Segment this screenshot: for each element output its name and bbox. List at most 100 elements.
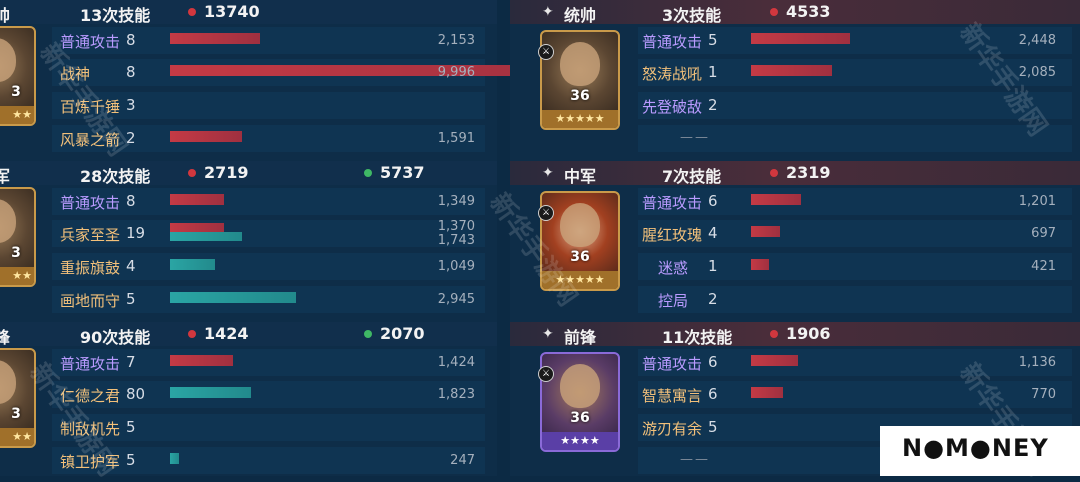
skill-value: 697: [1031, 226, 1056, 241]
group-header: ✦ 前锋 11次技能 1906: [510, 322, 1080, 347]
heal-bar: [170, 232, 242, 241]
skill-use-count: 2: [708, 290, 718, 308]
skill-row: 普通攻击 8 2,153: [0, 24, 497, 56]
damage-dot: [188, 8, 196, 16]
skill-use-count: 8: [126, 63, 136, 81]
skill-row: 智慧寓言 6 770: [510, 378, 1080, 410]
heal-total: 2070: [380, 324, 425, 343]
role-label: 锋: [0, 328, 11, 347]
skill-count-label: 3次技能: [662, 6, 722, 25]
skill-value: 421: [1031, 259, 1056, 274]
skill-name: 迷惑: [658, 259, 689, 277]
damage-bar: [170, 33, 260, 44]
skill-name: 战神: [60, 65, 91, 83]
skill-value: 1,823: [437, 387, 475, 402]
skill-use-count: 6: [708, 353, 718, 371]
damage-bar: [751, 33, 850, 44]
skill-use-count: 4: [126, 257, 136, 275]
skill-name: 游刃有余: [642, 420, 703, 438]
skill-name: 怒涛战吼: [642, 65, 703, 83]
skill-row: 控局 2: [510, 283, 1080, 315]
skill-name: 重振旗鼓: [60, 259, 121, 277]
skill-use-count: 7: [126, 353, 136, 371]
skill-name: 镇卫护军: [60, 453, 121, 471]
heal-bar: [170, 292, 296, 303]
skill-name: 百炼千锤: [60, 98, 121, 116]
skill-use-count: 6: [708, 192, 718, 210]
skill-name: 普通攻击: [60, 33, 121, 51]
skill-name: 普通攻击: [60, 194, 121, 212]
role-label: 军: [0, 167, 11, 186]
left-army-panel: 帅 13次技能 13740 3 ★★ 普通攻击 8 2,153 战神 8 9,996 百炼千锤 3 风暴之…: [0, 0, 602, 476]
star-marker-icon: ✦: [542, 165, 554, 181]
damage-bar: [751, 355, 798, 366]
skill-count-label: 90次技能: [80, 328, 151, 347]
damage-total: 2719: [204, 163, 249, 182]
skill-name: 控局: [658, 292, 689, 310]
skill-name: 兵家至圣: [60, 226, 121, 244]
group-header: 锋 90次技能 1424 2070: [0, 322, 497, 347]
skill-name: 智慧寓言: [642, 387, 703, 405]
skill-value: 770: [1031, 387, 1056, 402]
skill-use-count: 1: [708, 257, 718, 275]
damage-dot: [770, 8, 778, 16]
skill-use-count: 4: [708, 224, 718, 242]
skill-use-count: 5: [126, 451, 136, 469]
skill-row: 普通攻击 8 1,349: [0, 185, 497, 217]
heal-bar: [170, 259, 215, 270]
skill-name: 仁德之君: [60, 387, 121, 405]
skill-name: 制敌机先: [60, 420, 121, 438]
skill-row: 重振旗鼓 4 1,049: [0, 250, 497, 282]
skill-row: 普通攻击 7 1,424: [0, 346, 497, 378]
damage-value: 1,370: [437, 219, 475, 234]
skill-row: 腥红玫瑰 4 697: [510, 217, 1080, 249]
skill-row: 仁德之君 80 1,823: [0, 378, 497, 410]
skill-name: 腥红玫瑰: [642, 226, 703, 244]
role-label: 统帅: [564, 6, 597, 25]
group-header: 军 28次技能 2719 5737: [0, 161, 497, 186]
skill-use-count: 1: [708, 63, 718, 81]
skill-count-label: 13次技能: [80, 6, 151, 25]
damage-bar: [751, 226, 780, 237]
skill-row: ——: [510, 122, 1080, 154]
damage-bar: [751, 387, 783, 398]
damage-dot: [188, 169, 196, 177]
skill-use-count: 80: [126, 385, 146, 403]
heal-bar: [170, 453, 179, 464]
skill-use-count: 19: [126, 224, 146, 242]
skill-row: 普通攻击 5 2,448: [510, 24, 1080, 56]
skill-row: 先登破敌 2: [510, 89, 1080, 121]
skill-name: 先登破敌: [642, 98, 703, 116]
damage-bar: [170, 355, 233, 366]
skill-value: 1,349: [437, 194, 475, 209]
heal-bar: [170, 387, 251, 398]
skill-use-count: 3: [126, 96, 136, 114]
heal-dot: [364, 169, 372, 177]
skill-name: 普通攻击: [60, 355, 121, 373]
skill-use-count: 5: [126, 418, 136, 436]
skill-count-label: 11次技能: [662, 328, 733, 347]
skill-row: 怒涛战吼 1 2,085: [510, 56, 1080, 88]
skill-use-count: 8: [126, 192, 136, 210]
damage-total: 2319: [786, 163, 831, 182]
damage-dot: [188, 330, 196, 338]
skill-count-label: 28次技能: [80, 167, 151, 186]
heal-dot: [364, 330, 372, 338]
row-background: [638, 92, 1072, 119]
skill-row: 制敌机先 5: [0, 411, 497, 443]
skill-use-count: 5: [126, 290, 136, 308]
right-army-panel: ✦ 统帅 3次技能 4533 36 ★★★★★ ⚔ 普通攻击 5 2,448 怒涛战吼 1 2,085 先…: [510, 0, 1080, 476]
damage-bar: [751, 194, 801, 205]
skill-name: 普通攻击: [642, 355, 703, 373]
skill-name: 画地而守: [60, 292, 121, 310]
damage-bar: [170, 131, 242, 142]
skill-row: 百炼千锤 3: [0, 89, 497, 121]
skill-value: 1,424: [437, 355, 475, 370]
empty-slot-dash: ——: [680, 452, 710, 467]
skill-row: 兵家至圣 19 1,370 1,743: [0, 217, 497, 249]
skill-row: 风暴之箭 2 1,591: [0, 122, 497, 154]
skill-name: 普通攻击: [642, 194, 703, 212]
row-background: [638, 286, 1072, 313]
star-marker-icon: ✦: [542, 326, 554, 342]
skill-name: 普通攻击: [642, 33, 703, 51]
